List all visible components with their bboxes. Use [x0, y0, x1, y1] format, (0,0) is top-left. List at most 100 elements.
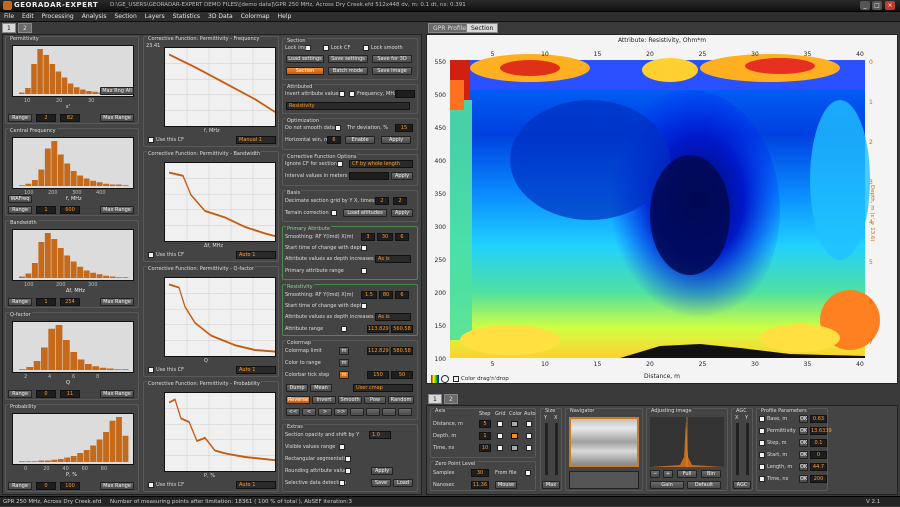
res-start-time-checkbox[interactable] [361, 303, 367, 309]
save-image-button[interactable]: Save image [372, 67, 412, 75]
cf-mode-select-2[interactable]: Auto 1 [236, 366, 276, 374]
tab-section[interactable]: Section [466, 23, 499, 33]
cmap-nav-button-0[interactable]: << [286, 408, 300, 416]
cmap-nav-button-1[interactable]: < [302, 408, 316, 416]
save-extras-button[interactable]: Save [371, 479, 391, 487]
bin-button[interactable]: Bin [701, 470, 721, 478]
save-settings-button[interactable]: Save settings [328, 55, 368, 63]
attr-maxrange-button-4[interactable]: Max Range [100, 482, 134, 490]
cmap-limit-max-field[interactable]: 580.58 [391, 347, 413, 355]
cf-by-select[interactable]: CF by whole length [349, 160, 413, 168]
use-cf-checkbox-0[interactable] [148, 137, 154, 143]
attr-range-button-4[interactable]: Range [8, 482, 32, 490]
distance-grid-checkbox[interactable] [497, 421, 503, 427]
attr-from-field-4[interactable]: 0 [36, 482, 56, 490]
sel-detect-checkbox[interactable] [339, 480, 345, 486]
distance-auto-checkbox[interactable] [526, 421, 532, 427]
no-smooth-checkbox[interactable] [335, 125, 341, 131]
param-field-3[interactable]: 0 [810, 451, 827, 459]
attr-extra-button-1[interactable]: WAFreq [8, 195, 32, 203]
visible-range-checkbox[interactable] [339, 444, 345, 450]
size-y-slider[interactable] [545, 423, 548, 475]
tick-step-m-button[interactable]: m [339, 371, 349, 379]
apply-opt-button[interactable]: Apply [381, 136, 411, 144]
hwin-field[interactable]: 6 [327, 136, 341, 144]
frequency-checkbox[interactable] [349, 91, 355, 97]
frequency-field[interactable] [395, 90, 415, 98]
dump-button[interactable]: Dump [286, 384, 308, 392]
param-field-0[interactable]: 0.63 [810, 415, 827, 423]
param-checkbox-4[interactable] [759, 464, 765, 470]
maximize-button[interactable]: □ [872, 1, 882, 10]
reverse-button[interactable]: Reverse [286, 396, 310, 404]
attr-range-button-1[interactable]: Range [8, 206, 32, 214]
color-range-m-button[interactable]: m [339, 359, 349, 367]
mouse-button[interactable]: Mouse [495, 481, 517, 489]
primary-smooth-m-field[interactable]: 6 [395, 233, 409, 241]
pow-button[interactable]: Pow [364, 396, 386, 404]
attr-maxrange-button-1[interactable]: Max Range [100, 206, 134, 214]
use-cf-checkbox-2[interactable] [148, 367, 154, 373]
attr-histogram-3[interactable] [12, 321, 134, 373]
navigator-thumbnail[interactable] [569, 417, 639, 467]
primary-range-checkbox[interactable] [361, 268, 367, 274]
depth-auto-checkbox[interactable] [526, 433, 532, 439]
adjust-plus-button[interactable]: + [663, 470, 673, 478]
load-extras-button[interactable]: Load [393, 479, 413, 487]
attr-from-field-0[interactable]: 2 [36, 114, 56, 122]
opacity-select[interactable]: 1.0 [369, 431, 391, 439]
cmap-limit-min-field[interactable]: 112.829 [367, 347, 389, 355]
param-ok-button-5[interactable]: OK [799, 475, 808, 483]
invert-checkbox[interactable] [339, 91, 345, 97]
res-smooth-m-field[interactable]: 6 [395, 291, 409, 299]
attr-range-button-0[interactable]: Range [8, 114, 32, 122]
enable-button[interactable]: Enable [345, 136, 375, 144]
param-field-1[interactable]: 13.6339 [810, 427, 832, 435]
param-checkbox-3[interactable] [759, 452, 765, 458]
mean-button[interactable]: Mean [310, 384, 332, 392]
attr-extra-button-0[interactable]: Max Rng All [100, 87, 134, 95]
param-field-4[interactable]: 44.7 [810, 463, 827, 471]
terrain-checkbox[interactable] [331, 210, 337, 216]
apply-basis-button[interactable]: Apply [391, 209, 413, 217]
menu-3d-data[interactable]: 3D Data [204, 12, 237, 22]
param-field-5[interactable]: 200 [810, 475, 827, 483]
attr-range-button-2[interactable]: Range [8, 298, 32, 306]
apply-extras-button[interactable]: Apply [371, 467, 393, 475]
cmap-limit-m-button[interactable]: m [339, 347, 349, 355]
time-color-swatch[interactable] [511, 445, 518, 451]
cf-mode-select-0[interactable]: Manual 1 [236, 136, 276, 144]
agc-x-slider[interactable] [736, 423, 739, 475]
adjusting-histogram[interactable] [650, 417, 724, 467]
res-range-max-field[interactable]: 560.58 [391, 325, 413, 333]
cmap-nav-button-6[interactable] [382, 408, 396, 416]
depth-color-swatch[interactable] [511, 433, 518, 439]
random-button[interactable]: Random [388, 396, 414, 404]
cmap-nav-button-2[interactable]: > [318, 408, 332, 416]
res-range-checkbox[interactable] [341, 326, 347, 332]
left-tab-1[interactable]: 1 [2, 23, 16, 33]
full-button[interactable]: Full [677, 470, 697, 478]
depth-grid-checkbox[interactable] [497, 433, 503, 439]
close-button[interactable]: × [885, 1, 895, 10]
param-ok-button-3[interactable]: OK [799, 451, 808, 459]
decimate-y-field[interactable]: 2 [375, 197, 389, 205]
cf-mode-select-3[interactable]: Auto 1 [236, 481, 276, 489]
interval-field[interactable] [349, 172, 389, 180]
resistivity-section-map[interactable]: 550500450400350300250200150100 551010151… [420, 40, 898, 380]
attr-histogram-1[interactable] [12, 137, 134, 189]
batch-mode-button[interactable]: Batch mode [328, 67, 368, 75]
thr-field[interactable]: 15 [395, 124, 413, 132]
smooth-button[interactable]: Smooth [338, 396, 362, 404]
res-as-is-select[interactable]: As is [375, 313, 411, 321]
menu-processing[interactable]: Processing [38, 12, 78, 22]
attr-to-field-2[interactable]: 254 [60, 298, 80, 306]
menu-statistics[interactable]: Statistics [169, 12, 204, 22]
save-3d-button[interactable]: Save for 3D [372, 55, 412, 63]
ignore-cf-checkbox[interactable] [337, 161, 343, 167]
navigator-scroll[interactable] [569, 471, 639, 489]
tab-gpr-profile[interactable]: GPR Profile [428, 23, 471, 33]
apply-cf-button[interactable]: Apply [391, 172, 413, 180]
primary-start-time-checkbox[interactable] [361, 245, 367, 251]
attr-from-field-1[interactable]: 1 [36, 206, 56, 214]
